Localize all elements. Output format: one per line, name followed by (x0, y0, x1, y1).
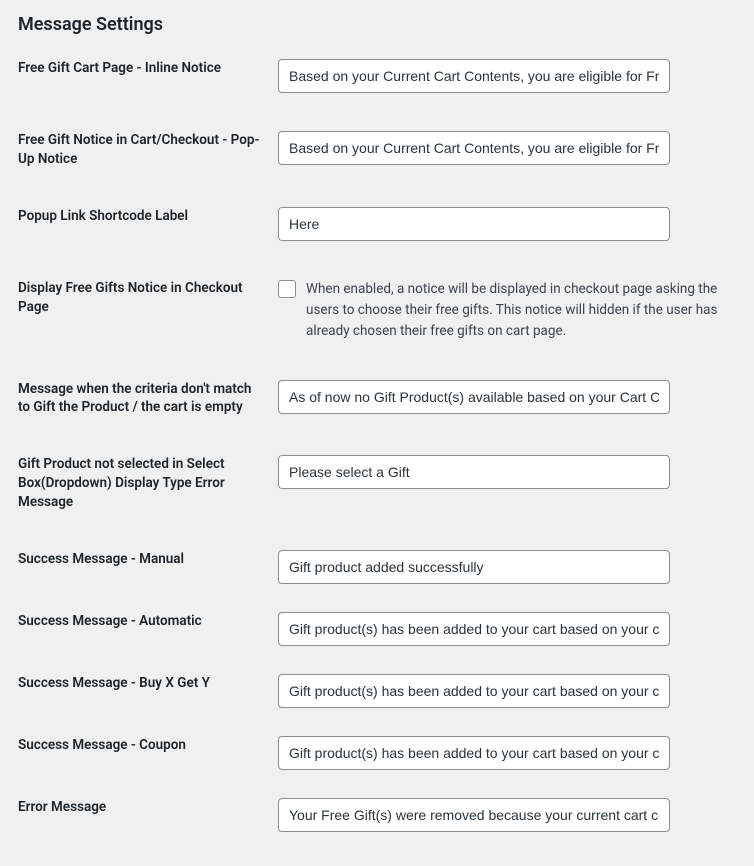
label-dropdown-error: Gift Product not selected in Select Box(… (18, 455, 260, 512)
label-popup-notice: Free Gift Notice in Cart/Checkout - Pop-… (18, 131, 260, 169)
input-success-bogo[interactable] (278, 674, 670, 708)
label-success-manual: Success Message - Manual (18, 550, 260, 569)
label-no-match-msg: Message when the criteria don't match to… (18, 380, 260, 418)
label-success-coupon: Success Message - Coupon (18, 736, 260, 755)
row-success-manual: Success Message - Manual (18, 550, 736, 584)
row-error-msg: Error Message (18, 798, 736, 832)
input-popup-link-label[interactable] (278, 207, 670, 241)
row-dropdown-error: Gift Product not selected in Select Box(… (18, 455, 736, 512)
checkbox-display-checkout-notice[interactable] (278, 280, 296, 298)
input-success-auto[interactable] (278, 612, 670, 646)
desc-display-checkout-notice: When enabled, a notice will be displayed… (306, 279, 736, 342)
input-dropdown-error[interactable] (278, 455, 670, 489)
row-popup-notice: Free Gift Notice in Cart/Checkout - Pop-… (18, 131, 736, 169)
row-success-bogo: Success Message - Buy X Get Y (18, 674, 736, 708)
label-display-checkout-notice: Display Free Gifts Notice in Checkout Pa… (18, 279, 260, 317)
row-no-match-msg: Message when the criteria don't match to… (18, 380, 736, 418)
input-inline-notice[interactable] (278, 59, 670, 93)
input-success-manual[interactable] (278, 550, 670, 584)
row-popup-link-label: Popup Link Shortcode Label (18, 207, 736, 241)
label-inline-notice: Free Gift Cart Page - Inline Notice (18, 59, 260, 78)
page-title: Message Settings (18, 14, 736, 35)
label-success-bogo: Success Message - Buy X Get Y (18, 674, 260, 693)
row-success-auto: Success Message - Automatic (18, 612, 736, 646)
row-success-coupon: Success Message - Coupon (18, 736, 736, 770)
label-error-msg: Error Message (18, 798, 260, 817)
input-success-coupon[interactable] (278, 736, 670, 770)
label-popup-link-label: Popup Link Shortcode Label (18, 207, 260, 226)
input-error-msg[interactable] (278, 798, 670, 832)
input-no-match-msg[interactable] (278, 380, 670, 414)
row-display-checkout-notice: Display Free Gifts Notice in Checkout Pa… (18, 279, 736, 342)
input-popup-notice[interactable] (278, 131, 670, 165)
label-success-auto: Success Message - Automatic (18, 612, 260, 631)
row-inline-notice: Free Gift Cart Page - Inline Notice (18, 59, 736, 93)
